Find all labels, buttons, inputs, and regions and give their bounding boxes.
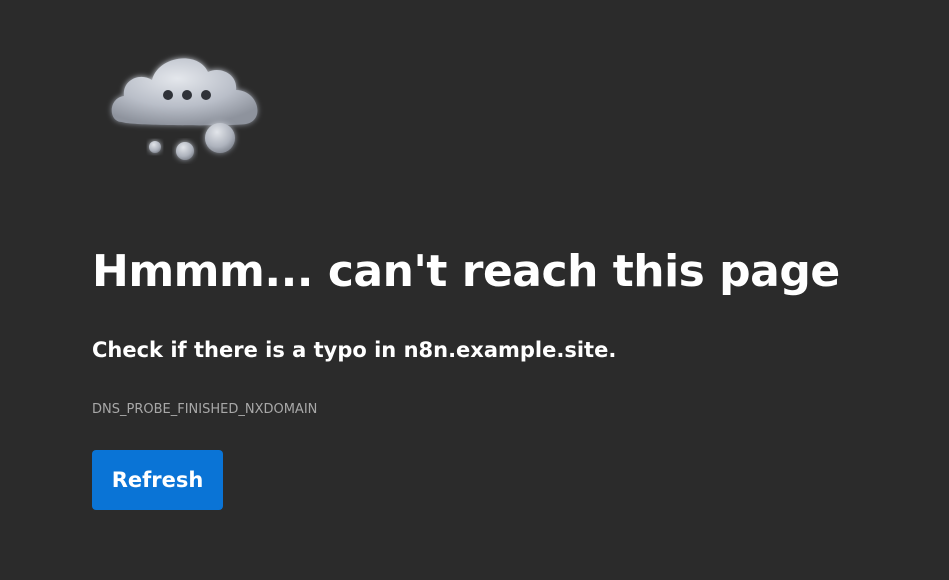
page-title: Hmmm... can't reach this page (92, 246, 840, 297)
typo-hint-text: Check if there is a typo in n8n.example.… (92, 338, 617, 362)
cloud-thinking-icon (111, 58, 258, 160)
error-page: Hmmm... can't reach this page Check if t… (0, 0, 949, 580)
error-code: DNS_PROBE_FINISHED_NXDOMAIN (92, 402, 318, 417)
refresh-button[interactable]: Refresh (92, 450, 223, 510)
